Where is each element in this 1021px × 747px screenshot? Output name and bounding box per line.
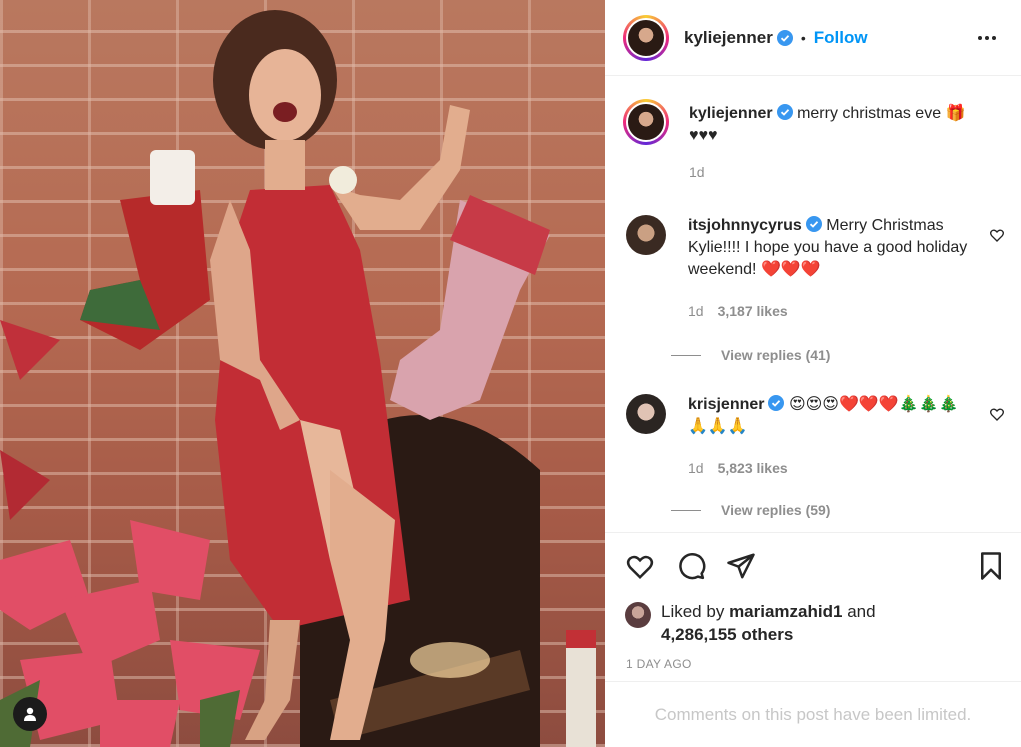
caption-time: 1d [689, 164, 705, 180]
liked-by-user[interactable]: mariamzahid1 [729, 602, 842, 621]
view-replies-label: View replies (59) [721, 502, 831, 518]
more-options-icon[interactable] [975, 26, 999, 50]
author-avatar[interactable] [623, 14, 669, 61]
comment-like-icon[interactable] [989, 406, 1005, 422]
comment-likes[interactable]: 5,823 likes [718, 460, 788, 476]
liked-by-joiner: and [847, 602, 876, 621]
share-icon[interactable] [726, 551, 756, 581]
post-header: kyliejenner • Follow [605, 0, 1021, 76]
liker-avatar[interactable] [625, 602, 651, 628]
follow-button[interactable]: Follow [814, 28, 868, 48]
face [249, 49, 321, 141]
comment-avatar[interactable] [626, 394, 666, 434]
heart-icon[interactable] [625, 551, 655, 581]
view-replies-button[interactable]: View replies (41) [671, 347, 830, 363]
comments-limited-notice: Comments on this post have been limited. [605, 681, 1021, 747]
comment-avatar[interactable] [626, 215, 666, 255]
liked-by-prefix: Liked by [661, 602, 725, 621]
action-bar [605, 532, 1021, 596]
user-tag-icon [24, 707, 36, 721]
view-replies-label: View replies (41) [721, 347, 831, 363]
caption-username[interactable]: kyliejenner [689, 105, 773, 122]
bookmark-icon[interactable] [976, 551, 1006, 581]
header-separator: • [800, 29, 806, 46]
caption-text: merry christmas eve 🎁 [797, 105, 966, 122]
comment-username[interactable]: krisjenner [688, 396, 764, 413]
post-sidebar: kyliejenner • Follow kyliejenner merry c… [605, 0, 1021, 747]
liked-by-others[interactable]: 4,286,155 others [661, 625, 793, 644]
comments-section[interactable]: kyliejenner merry christmas eve 🎁 ♥♥♥ 1d… [605, 77, 1021, 532]
comment-time: 1d [688, 460, 704, 476]
view-replies-button[interactable]: View replies (59) [671, 502, 830, 518]
author-username[interactable]: kyliejenner [684, 28, 773, 48]
user-tag-button[interactable] [13, 697, 47, 731]
comment-likes[interactable]: 3,187 likes [718, 303, 788, 319]
comment-time: 1d [688, 303, 704, 319]
verified-badge-icon [768, 395, 785, 411]
post-timestamp[interactable]: 1 DAY AGO [626, 657, 692, 671]
comment-like-icon[interactable] [989, 227, 1005, 243]
caption-avatar[interactable] [623, 99, 669, 145]
post-photo[interactable] [0, 0, 605, 747]
comment-username[interactable]: itsjohnnycyrus [688, 217, 802, 234]
caption-text-line2: ♥♥♥ [689, 127, 718, 144]
comment-icon[interactable] [676, 551, 706, 581]
verified-badge-icon [776, 29, 793, 46]
verified-badge-icon [776, 104, 793, 120]
photo-illustration [0, 10, 596, 747]
verified-badge-icon [805, 216, 822, 232]
